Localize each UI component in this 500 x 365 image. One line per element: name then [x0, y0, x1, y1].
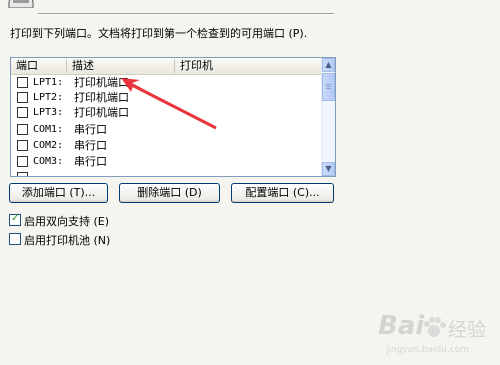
bidirectional-checkbox[interactable]: ✓ — [9, 213, 21, 226]
configure-port-button[interactable]: 配置端口 (C)... — [231, 183, 334, 203]
scroll-up-button[interactable]: ▲ — [322, 58, 335, 72]
printer-icon — [8, 0, 34, 8]
port-row-partial — [11, 170, 321, 176]
port-name: COM2: — [33, 140, 64, 151]
port-name: COM3: — [33, 156, 64, 167]
port-checkbox[interactable] — [17, 107, 28, 118]
bidirectional-option[interactable]: ✓ 启用双向支持 (E) — [0, 213, 200, 228]
port-checkbox[interactable] — [17, 92, 28, 103]
watermark-brand: Bai — [378, 311, 425, 341]
check-mark-icon: ✓ — [11, 213, 20, 224]
port-checkbox[interactable] — [17, 140, 28, 151]
port-checkbox — [17, 172, 28, 176]
port-checkbox[interactable] — [17, 124, 28, 135]
scroll-down-button[interactable]: ▼ — [322, 162, 335, 176]
scroll-thumb[interactable] — [322, 73, 335, 101]
column-header-description[interactable]: 描述 — [67, 59, 175, 73]
pooling-label: 启用打印机池 (N) — [24, 234, 111, 247]
port-description: 串行口 — [74, 139, 107, 152]
port-row-com3[interactable]: COM3: 串行口 — [11, 154, 321, 169]
delete-port-button[interactable]: 删除端口 (D) — [119, 183, 220, 203]
pooling-checkbox[interactable] — [9, 233, 21, 245]
port-description: 串行口 — [74, 123, 107, 136]
ports-description: 打印到下列端口。文档将打印到第一个检查到的可用端口 (P). — [10, 27, 308, 40]
pooling-option[interactable]: 启用打印机池 (N) — [0, 232, 200, 247]
port-row-com2[interactable]: COM2: 串行口 — [11, 138, 321, 153]
baidu-jingyan-watermark: Bai 经验 jingyan.baidu.com — [378, 307, 496, 362]
vertical-scrollbar[interactable]: ▲ ▼ — [321, 58, 335, 176]
add-port-button[interactable]: 添加端口 (T)... — [9, 183, 108, 203]
port-name: LPT3: — [33, 107, 64, 118]
port-name: LPT1: — [33, 77, 64, 88]
port-list-header: 端口 描述 打印机 — [11, 58, 321, 75]
column-header-printer[interactable]: 打印机 — [175, 59, 320, 73]
port-name: COM1: — [33, 124, 64, 135]
port-name: LPT2: — [33, 92, 64, 103]
port-description: 串行口 — [74, 155, 107, 168]
column-header-port[interactable]: 端口 — [11, 59, 67, 73]
watermark-brand-cn: 经验 — [448, 319, 487, 341]
watermark-url: jingyan.baidu.com — [386, 345, 470, 355]
port-checkbox[interactable] — [17, 77, 28, 88]
port-checkbox[interactable] — [17, 156, 28, 167]
bidirectional-label: 启用双向支持 (E) — [24, 215, 110, 228]
red-arrow-annotation — [121, 78, 217, 130]
paw-icon — [424, 317, 446, 337]
header-separator — [38, 13, 334, 15]
